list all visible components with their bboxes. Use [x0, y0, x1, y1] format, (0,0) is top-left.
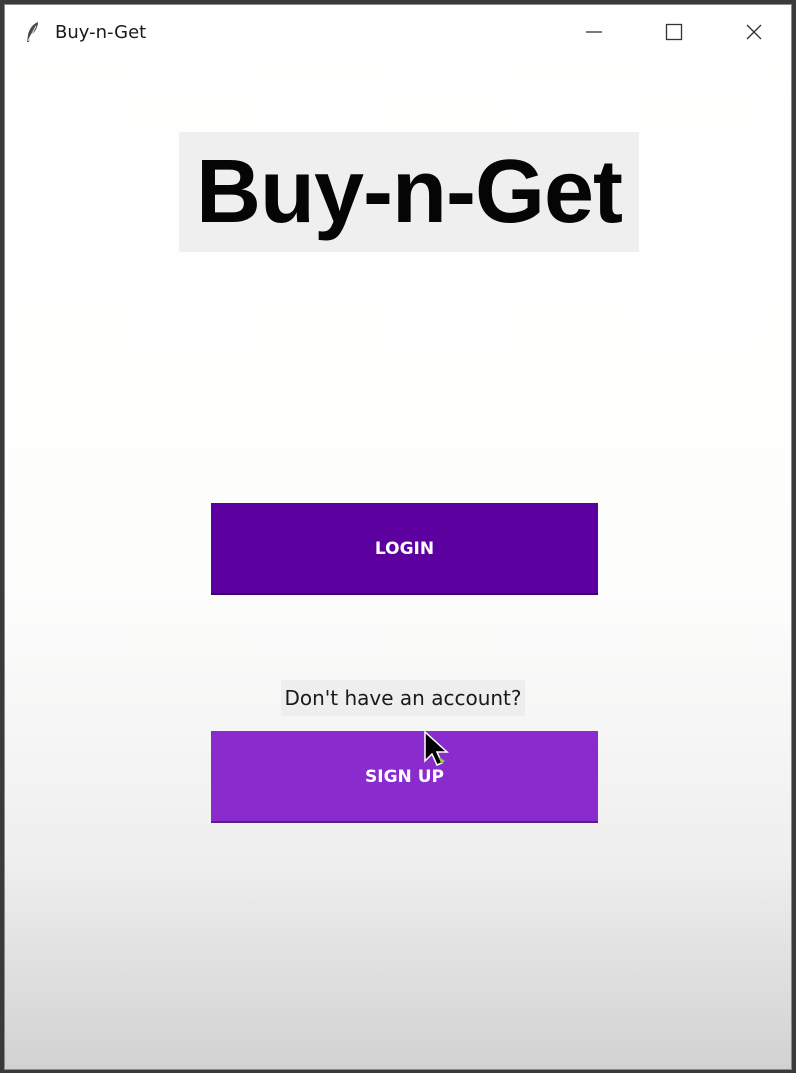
minimize-icon — [585, 23, 603, 41]
maximize-icon — [665, 23, 683, 41]
maximize-button[interactable] — [635, 5, 713, 59]
close-button[interactable] — [715, 5, 791, 59]
feather-icon — [25, 21, 41, 43]
minimize-button[interactable] — [555, 5, 633, 59]
main-content: Buy-n-Get LOGIN Don't have an account? S… — [5, 59, 791, 1069]
window-title: Buy-n-Get — [55, 22, 147, 43]
title-bar[interactable]: Buy-n-Get — [5, 5, 791, 59]
signup-button[interactable]: SIGN UP — [211, 731, 598, 823]
no-account-label: Don't have an account? — [281, 680, 525, 716]
login-button[interactable]: LOGIN — [211, 503, 598, 595]
logo-banner: Buy-n-Get — [179, 132, 639, 252]
close-icon — [745, 23, 763, 41]
app-window: Buy-n-Get Buy-n-Get LOGIN Don't have an … — [4, 4, 792, 1070]
logo-text: Buy-n-Get — [196, 142, 623, 242]
